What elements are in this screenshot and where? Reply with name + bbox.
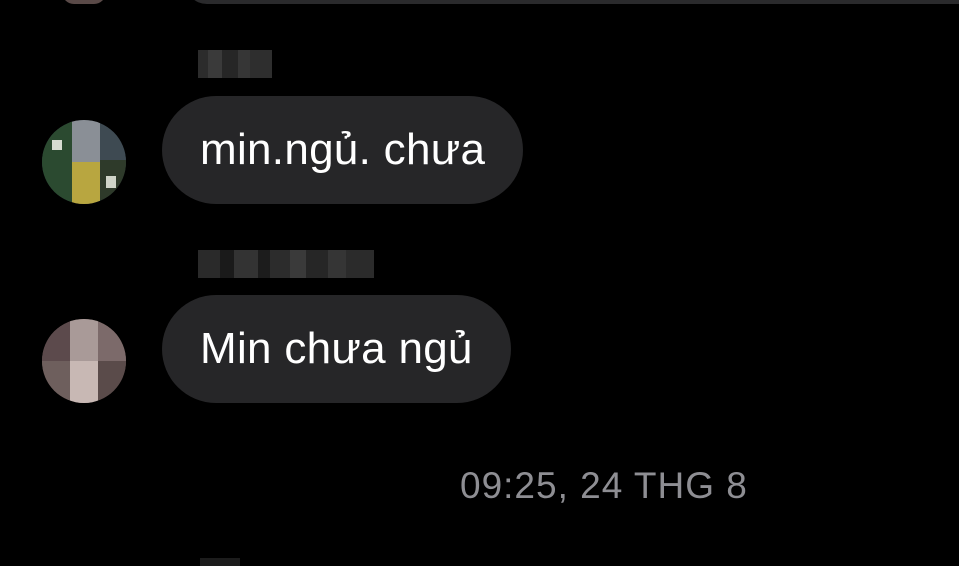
message-text: min.ngủ. chưa (200, 125, 486, 174)
message-timestamp: 09:25, 24 THG 8 (460, 465, 748, 506)
avatar[interactable] (42, 120, 126, 204)
message-bubble[interactable]: min.ngủ. chưa (162, 96, 524, 204)
avatar[interactable] (42, 319, 126, 403)
message-bubble[interactable]: Min chưa ngủ (162, 295, 511, 403)
message-text: Min chưa ngủ (200, 324, 473, 373)
sender-name-redacted (200, 558, 240, 566)
sender-name-redacted (198, 250, 374, 278)
avatar-previous (62, 0, 106, 4)
sender-name-redacted (198, 50, 272, 78)
message-bubble-previous[interactable] (185, 0, 959, 4)
